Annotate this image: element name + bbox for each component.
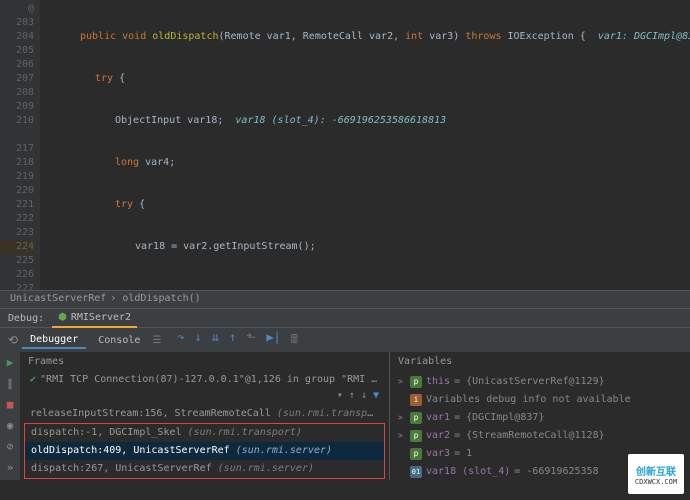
next-frame-icon[interactable]: ↓ xyxy=(361,388,367,404)
stack-frame[interactable]: dispatch:-1, DGCImpl_Skel (sun.rmi.trans… xyxy=(25,424,384,442)
code-editor: @ 203 204 205 206 207 208 209 210 217 21… xyxy=(0,0,690,290)
param-icon: p xyxy=(410,412,422,424)
pause-icon[interactable]: ∥ xyxy=(7,377,13,390)
param-icon: p xyxy=(410,430,422,442)
breadcrumb[interactable]: UnicastServerRef› oldDispatch() xyxy=(0,290,690,308)
evaluate-icon[interactable]: 🖩 xyxy=(291,330,298,351)
variables-title: Variables xyxy=(398,356,452,367)
dropdown-icon[interactable]: ▾ xyxy=(337,388,343,404)
stop-icon[interactable]: ■ xyxy=(7,398,14,411)
step-controls: ↷ ↓ ⇊ ↑ ⬑ ▶| 🖩 xyxy=(177,330,298,351)
code-area[interactable]: public void oldDispatch(Remote var1, Rem… xyxy=(40,0,690,290)
line-gutter: @ 203 204 205 206 207 208 209 210 217 21… xyxy=(0,0,40,290)
chevron-right-icon[interactable]: > xyxy=(398,410,406,426)
run-to-cursor-icon[interactable]: ▶| xyxy=(266,330,280,351)
variable-row[interactable]: >p var1 = {DGCImpl@837} xyxy=(396,409,684,427)
stack-frame[interactable]: dispatch:267, UnicastServerRef (sun.rmi.… xyxy=(25,460,384,478)
tab-console[interactable]: Console xyxy=(90,333,148,348)
inline-hint: var18 (slot_4): -669196253586618813 xyxy=(223,115,446,126)
debug-toolwindow-header: Debug: ⬢ RMIServer2 xyxy=(0,308,690,328)
drop-frame-icon[interactable]: ⬑ xyxy=(246,330,256,351)
debug-label: Debug: xyxy=(8,313,44,324)
stack-frame-selected[interactable]: oldDispatch:409, UnicastServerRef (sun.r… xyxy=(25,442,384,460)
frames-title: Frames xyxy=(28,356,64,367)
debugger-toolbar: ⟲ Debugger Console ☰ ↷ ↓ ⇊ ↑ ⬑ ▶| 🖩 xyxy=(0,328,690,352)
step-over-icon[interactable]: ↷ xyxy=(177,330,184,351)
thread-selector[interactable]: ✔"RMI TCP Connection(87)-127.0.0.1"@1,12… xyxy=(24,371,385,405)
param-icon: p xyxy=(410,376,422,388)
check-icon: ✔ xyxy=(30,374,36,385)
variable-row[interactable]: >p this = {UnicastServerRef@1129} xyxy=(396,373,684,391)
inline-hint: var1: DGCImpl@837 var2: StreamRemoteCall… xyxy=(586,31,690,42)
step-out-icon[interactable]: ↑ xyxy=(229,330,236,351)
variable-row: i Variables debug info not available xyxy=(396,391,684,409)
variable-row[interactable]: >p var2 = {StreamRemoteCall@1128} xyxy=(396,427,684,445)
stack-frame[interactable]: releaseInputStream:156, StreamRemoteCall… xyxy=(24,405,385,423)
highlight-frame-group: dispatch:-1, DGCImpl_Skel (sun.rmi.trans… xyxy=(24,423,385,479)
info-icon: i xyxy=(410,394,422,406)
binary-icon: 01 xyxy=(410,466,422,478)
frames-panel: Frames ✔"RMI TCP Connection(87)-127.0.0.… xyxy=(20,352,390,480)
breadcrumb-method[interactable]: oldDispatch() xyxy=(122,293,200,304)
mute-breakpoints-icon[interactable]: ⊘ xyxy=(7,440,14,453)
filter-icon[interactable]: ▼ xyxy=(373,388,379,404)
prev-frame-icon[interactable]: ↑ xyxy=(349,388,355,404)
tab-debugger[interactable]: Debugger xyxy=(22,332,86,349)
settings-icon[interactable]: » xyxy=(7,461,14,474)
bug-icon: ⬢ xyxy=(58,312,67,323)
stack-frame[interactable]: run:202, Transport$2 (sun.rmi.transport) xyxy=(24,479,385,480)
debug-side-toolbar: ▶ ∥ ■ ◉ ⊘ » xyxy=(0,352,20,480)
breadcrumb-class[interactable]: UnicastServerRef xyxy=(10,293,106,304)
view-breakpoints-icon[interactable]: ◉ xyxy=(7,419,14,432)
step-into-icon[interactable]: ↓ xyxy=(195,330,202,351)
resume-icon[interactable]: ▶ xyxy=(7,356,14,369)
watermark-logo: 创新互联 CDXWCX.COM xyxy=(628,454,684,494)
threads-icon[interactable]: ☰ xyxy=(152,335,161,346)
chevron-right-icon[interactable]: > xyxy=(398,374,406,390)
debug-config-tab[interactable]: ⬢ RMIServer2 xyxy=(52,308,137,328)
debug-body: ▶ ∥ ■ ◉ ⊘ » Frames ✔"RMI TCP Connection(… xyxy=(0,352,690,480)
param-icon: p xyxy=(410,448,422,460)
chevron-right-icon[interactable]: > xyxy=(398,428,406,444)
restart-icon[interactable]: ⟲ xyxy=(8,333,18,347)
force-step-into-icon[interactable]: ⇊ xyxy=(212,330,219,351)
